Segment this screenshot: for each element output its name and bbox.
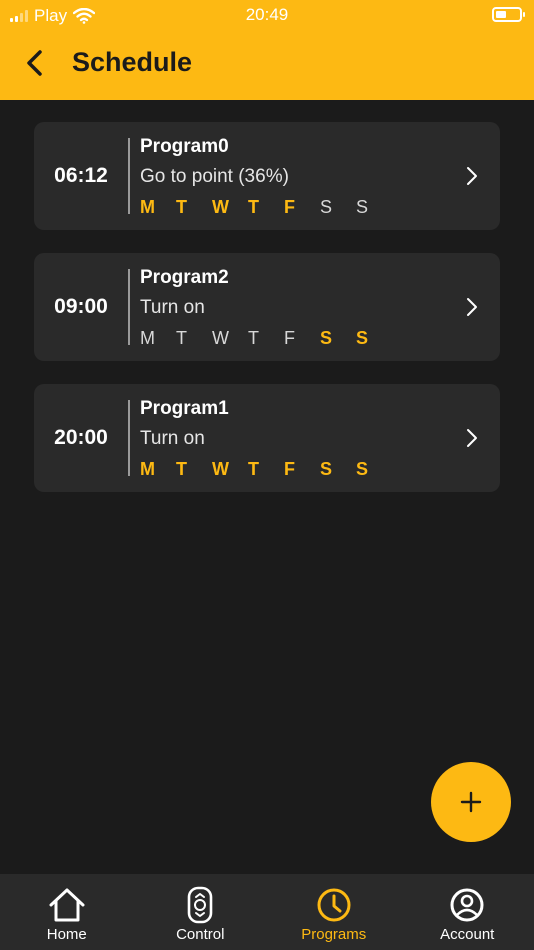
- program-time: 09:00: [54, 295, 108, 318]
- day-thursday: T: [248, 197, 259, 217]
- day-tuesday: T: [176, 197, 187, 217]
- program-name: Program1: [140, 398, 229, 419]
- program-action: Turn on: [140, 297, 205, 318]
- program-list: 06:12 Program0 Go to point (36%) M T W T…: [34, 122, 500, 515]
- nav-item-account[interactable]: Account: [401, 874, 534, 950]
- day-thursday: T: [248, 328, 259, 348]
- day-tuesday: T: [176, 328, 187, 348]
- program-card[interactable]: 09:00 Program2 Turn on M T W T F S S: [34, 253, 500, 361]
- chevron-right-icon: [467, 298, 477, 316]
- program-divider: [128, 269, 130, 345]
- day-monday: M: [140, 197, 155, 217]
- day-saturday: S: [320, 328, 333, 348]
- nav-item-home[interactable]: Home: [0, 874, 134, 950]
- page-title: Schedule: [72, 47, 193, 77]
- nav-item-programs[interactable]: Programs: [267, 874, 401, 950]
- program-days: M T W T F S S: [140, 459, 392, 480]
- program-divider: [128, 138, 130, 214]
- day-wednesday: W: [212, 459, 229, 479]
- battery-icon: [492, 7, 525, 22]
- day-wednesday: W: [212, 197, 229, 217]
- day-tuesday: T: [176, 459, 187, 479]
- status-bar: Play 20:49: [0, 0, 534, 32]
- add-program-button[interactable]: [431, 762, 511, 842]
- chevron-right-icon: [467, 429, 477, 447]
- account-icon: [450, 888, 484, 922]
- home-icon: [49, 888, 85, 922]
- program-divider: [128, 400, 130, 476]
- program-days: M T W T F S S: [140, 328, 392, 349]
- program-name: Program2: [140, 267, 229, 288]
- nav-label-control: Control: [176, 926, 225, 943]
- app-header: Play 20:49 Schedule: [0, 0, 534, 100]
- day-wednesday: W: [212, 328, 229, 348]
- day-friday: F: [284, 197, 295, 217]
- day-monday: M: [140, 328, 155, 348]
- day-friday: F: [284, 459, 295, 479]
- day-thursday: T: [248, 459, 259, 479]
- nav-label-programs: Programs: [301, 926, 367, 943]
- program-days: M T W T F S S: [140, 197, 392, 218]
- status-time: 20:49: [245, 5, 289, 24]
- chevron-right-icon: [467, 167, 477, 185]
- day-monday: M: [140, 459, 155, 479]
- bottom-nav: Home Control Programs Account: [0, 874, 534, 950]
- program-card[interactable]: 20:00 Program1 Turn on M T W T F S S: [34, 384, 500, 492]
- clock-icon: [317, 888, 351, 922]
- program-action: Go to point (36%): [140, 166, 289, 187]
- day-saturday: S: [320, 459, 333, 479]
- program-time: 20:00: [54, 426, 108, 449]
- nav-label-account: Account: [440, 926, 495, 943]
- program-name: Program0: [140, 136, 229, 157]
- day-saturday: S: [320, 197, 333, 217]
- day-sunday: S: [356, 328, 369, 348]
- back-arrow-icon: [27, 50, 42, 76]
- day-friday: F: [284, 328, 295, 348]
- program-time: 06:12: [54, 164, 108, 187]
- program-card[interactable]: 06:12 Program0 Go to point (36%) M T W T…: [34, 122, 500, 230]
- nav-item-control[interactable]: Control: [134, 874, 268, 950]
- program-action: Turn on: [140, 428, 205, 449]
- nav-label-home: Home: [46, 926, 87, 943]
- day-sunday: S: [356, 459, 369, 479]
- remote-control-icon: [187, 886, 213, 924]
- day-sunday: S: [356, 197, 369, 217]
- plus-icon: [460, 791, 482, 813]
- back-button[interactable]: [18, 46, 52, 80]
